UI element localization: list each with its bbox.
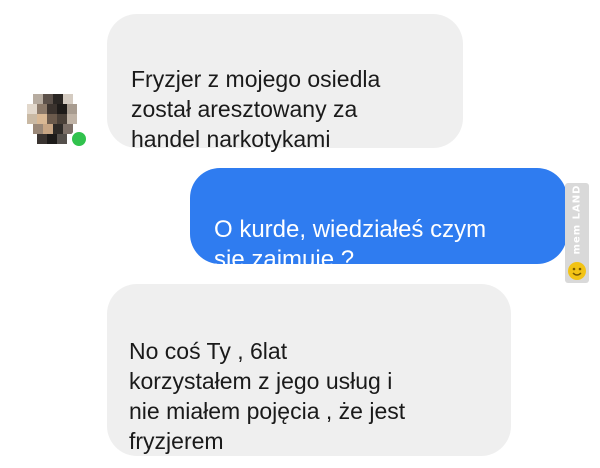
watermark-text: mem LAND <box>571 184 583 254</box>
message-text: O kurde, wiedziałeś czym się zajmuje ? <box>214 216 487 273</box>
message-text: No coś Ty , 6lat korzystałem z jego usłu… <box>129 338 406 454</box>
smiley-icon <box>568 262 586 280</box>
outgoing-message-bubble[interactable]: O kurde, wiedziałeś czym się zajmuje ? <box>190 168 567 273</box>
chat-thread: Fryzjer z mojego osiedla został aresztow… <box>0 0 600 468</box>
message-text: Fryzjer z mojego osiedla został aresztow… <box>131 66 381 152</box>
memland-watermark: mem LAND <box>565 183 589 283</box>
online-status-indicator <box>70 130 88 148</box>
incoming-message-bubble[interactable]: No coś Ty , 6lat korzystałem z jego usłu… <box>107 284 511 456</box>
incoming-message-bubble[interactable]: Fryzjer z mojego osiedla został aresztow… <box>107 14 463 152</box>
